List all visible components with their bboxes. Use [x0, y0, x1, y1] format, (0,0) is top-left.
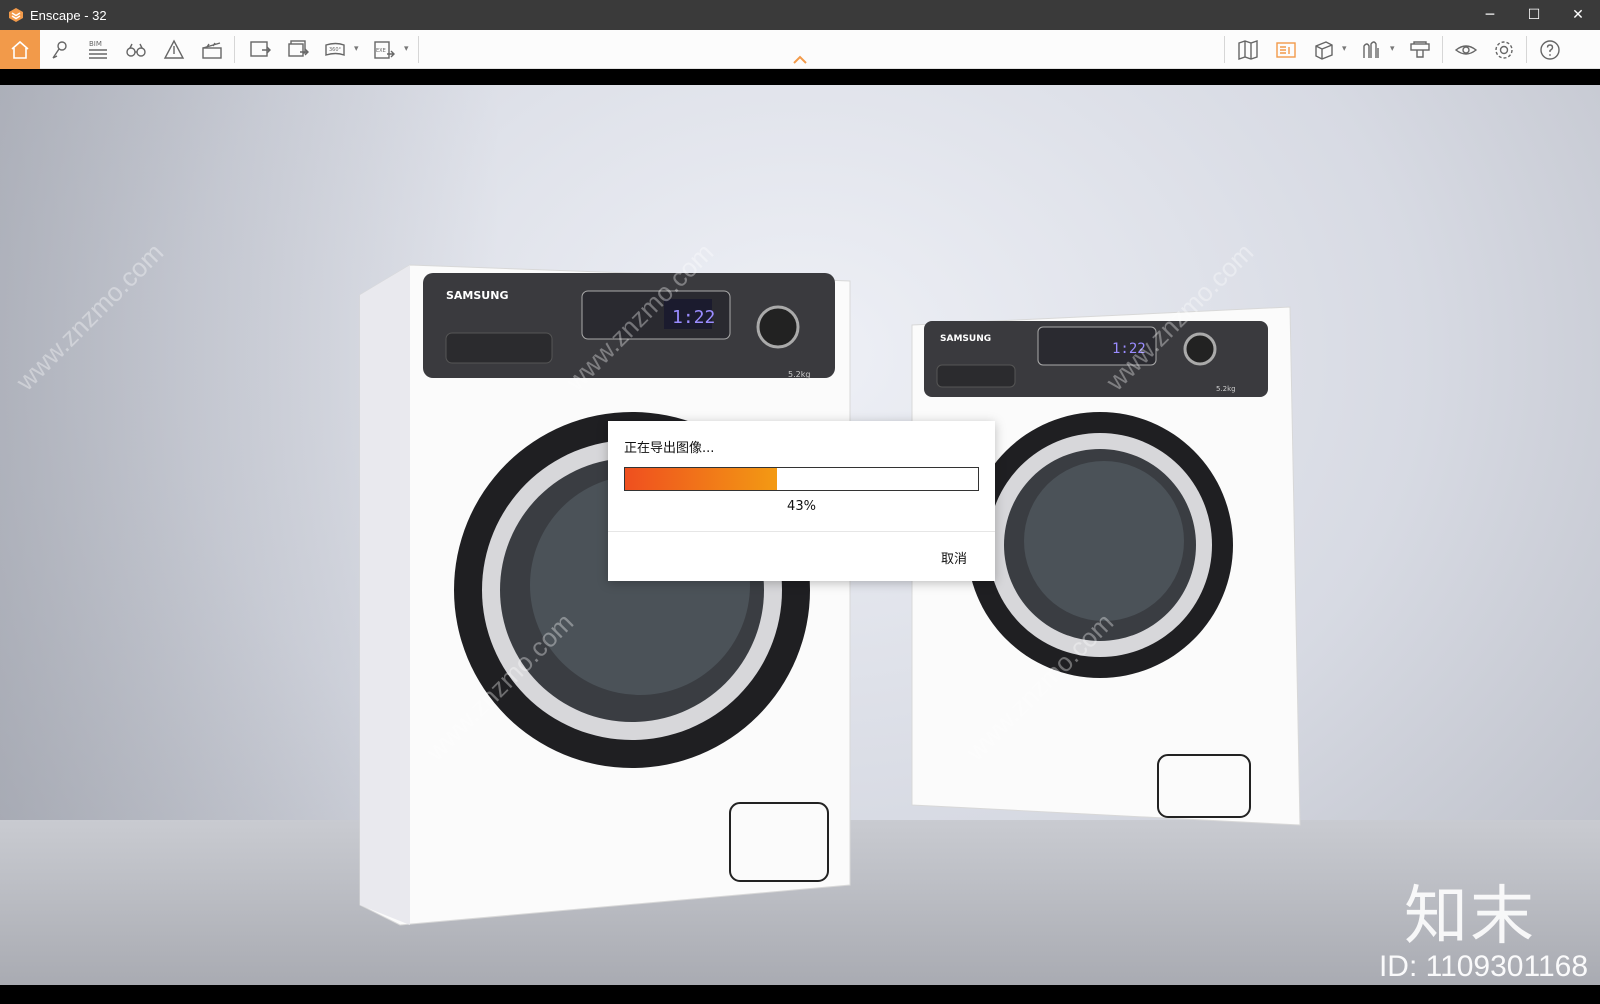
progress-fill	[625, 468, 777, 490]
maximize-button[interactable]: ☐	[1512, 0, 1556, 30]
material-editor-icon	[1410, 40, 1430, 58]
panorama-dropdown-caret[interactable]: ▾	[354, 44, 359, 54]
bim-icon: BIM	[89, 40, 107, 59]
cube-view-button[interactable]	[1308, 30, 1340, 69]
svg-text:SAMSUNG: SAMSUNG	[940, 334, 991, 344]
panorama-button[interactable]: 360°	[320, 30, 352, 69]
minimize-button[interactable]: ─	[1468, 0, 1512, 30]
export-exe-button[interactable]: EXE	[368, 30, 400, 69]
help-icon	[1540, 39, 1560, 60]
svg-text:5.2kg: 5.2kg	[1216, 385, 1236, 393]
sketch-mode-icon	[163, 39, 185, 59]
screenshot-button[interactable]	[244, 30, 276, 69]
svg-text:BIM: BIM	[89, 40, 102, 48]
views-button[interactable]	[120, 30, 152, 69]
material-editor-button[interactable]	[1404, 30, 1436, 69]
window-title: Enscape - 32	[30, 7, 107, 23]
batch-render-button[interactable]	[282, 30, 314, 69]
view-management-button[interactable]	[1270, 30, 1302, 69]
batch-render-icon	[288, 39, 309, 57]
map-icon	[1238, 39, 1258, 60]
window-titlebar: Enscape - 32 ─ ☐ ✕	[0, 0, 1600, 30]
toolbar-separator	[1224, 36, 1225, 63]
asset-library-icon	[52, 40, 67, 59]
light-view-dropdown-caret[interactable]: ▾	[1390, 44, 1395, 54]
cube-view-icon	[1315, 40, 1333, 60]
cancel-button[interactable]: 取消	[941, 548, 967, 567]
cube-view-dropdown-caret[interactable]: ▾	[1342, 44, 1347, 54]
progress-percent-label: 43%	[787, 499, 816, 514]
close-button[interactable]: ✕	[1556, 0, 1600, 30]
video-editor-button[interactable]	[196, 30, 228, 69]
export-progress-bar	[624, 467, 979, 491]
view-management-icon	[1276, 41, 1296, 58]
asset-library-button[interactable]	[44, 30, 76, 69]
viewport-top-bar	[0, 69, 1600, 85]
toolbar-separator	[1442, 36, 1443, 63]
svg-text:360°: 360°	[329, 47, 342, 53]
viewport-bottom-bar	[0, 985, 1600, 1004]
export-status-message: 正在导出图像...	[624, 441, 715, 456]
bim-button[interactable]: BIM	[82, 30, 114, 69]
screenshot-icon	[250, 40, 271, 57]
svg-text:5.2kg: 5.2kg	[788, 370, 810, 379]
collapse-toolbar-icon[interactable]	[792, 53, 808, 65]
settings-icon	[1495, 40, 1513, 59]
light-view-icon	[1363, 40, 1379, 58]
visual-settings-eye-icon	[1454, 44, 1478, 55]
enscape-logo-icon	[9, 8, 23, 22]
svg-text:SAMSUNG: SAMSUNG	[446, 289, 508, 302]
export-exe-icon: EXE	[374, 40, 395, 59]
svg-text:EXE: EXE	[376, 48, 386, 54]
export-progress-dialog: 正在导出图像... 43% 取消	[608, 421, 995, 581]
map-button[interactable]	[1232, 30, 1264, 69]
sketch-mode-button[interactable]	[158, 30, 190, 69]
export-dropdown-caret[interactable]: ▾	[404, 44, 409, 54]
panorama-360-icon: 360°	[325, 42, 345, 56]
light-view-button[interactable]	[1356, 30, 1388, 69]
main-toolbar: BIM 360° ▾ EXE ▾ ▾ ▾	[0, 30, 1600, 69]
toolbar-separator	[418, 36, 419, 63]
home-button[interactable]	[0, 30, 40, 69]
toolbar-separator	[234, 36, 235, 63]
dialog-divider	[608, 531, 995, 532]
svg-text:1:22: 1:22	[672, 307, 715, 328]
binoculars-icon	[126, 43, 146, 57]
watermark-id: ID: 1109301168	[1378, 950, 1588, 983]
visual-settings-button[interactable]	[1450, 30, 1482, 69]
home-icon	[11, 40, 29, 59]
help-button[interactable]	[1534, 30, 1566, 69]
video-editor-icon	[202, 41, 222, 59]
toolbar-separator	[1526, 36, 1527, 63]
settings-button[interactable]	[1488, 30, 1520, 69]
watermark-logo: 知末	[1404, 880, 1536, 954]
window-controls: ─ ☐ ✕	[1468, 0, 1600, 30]
